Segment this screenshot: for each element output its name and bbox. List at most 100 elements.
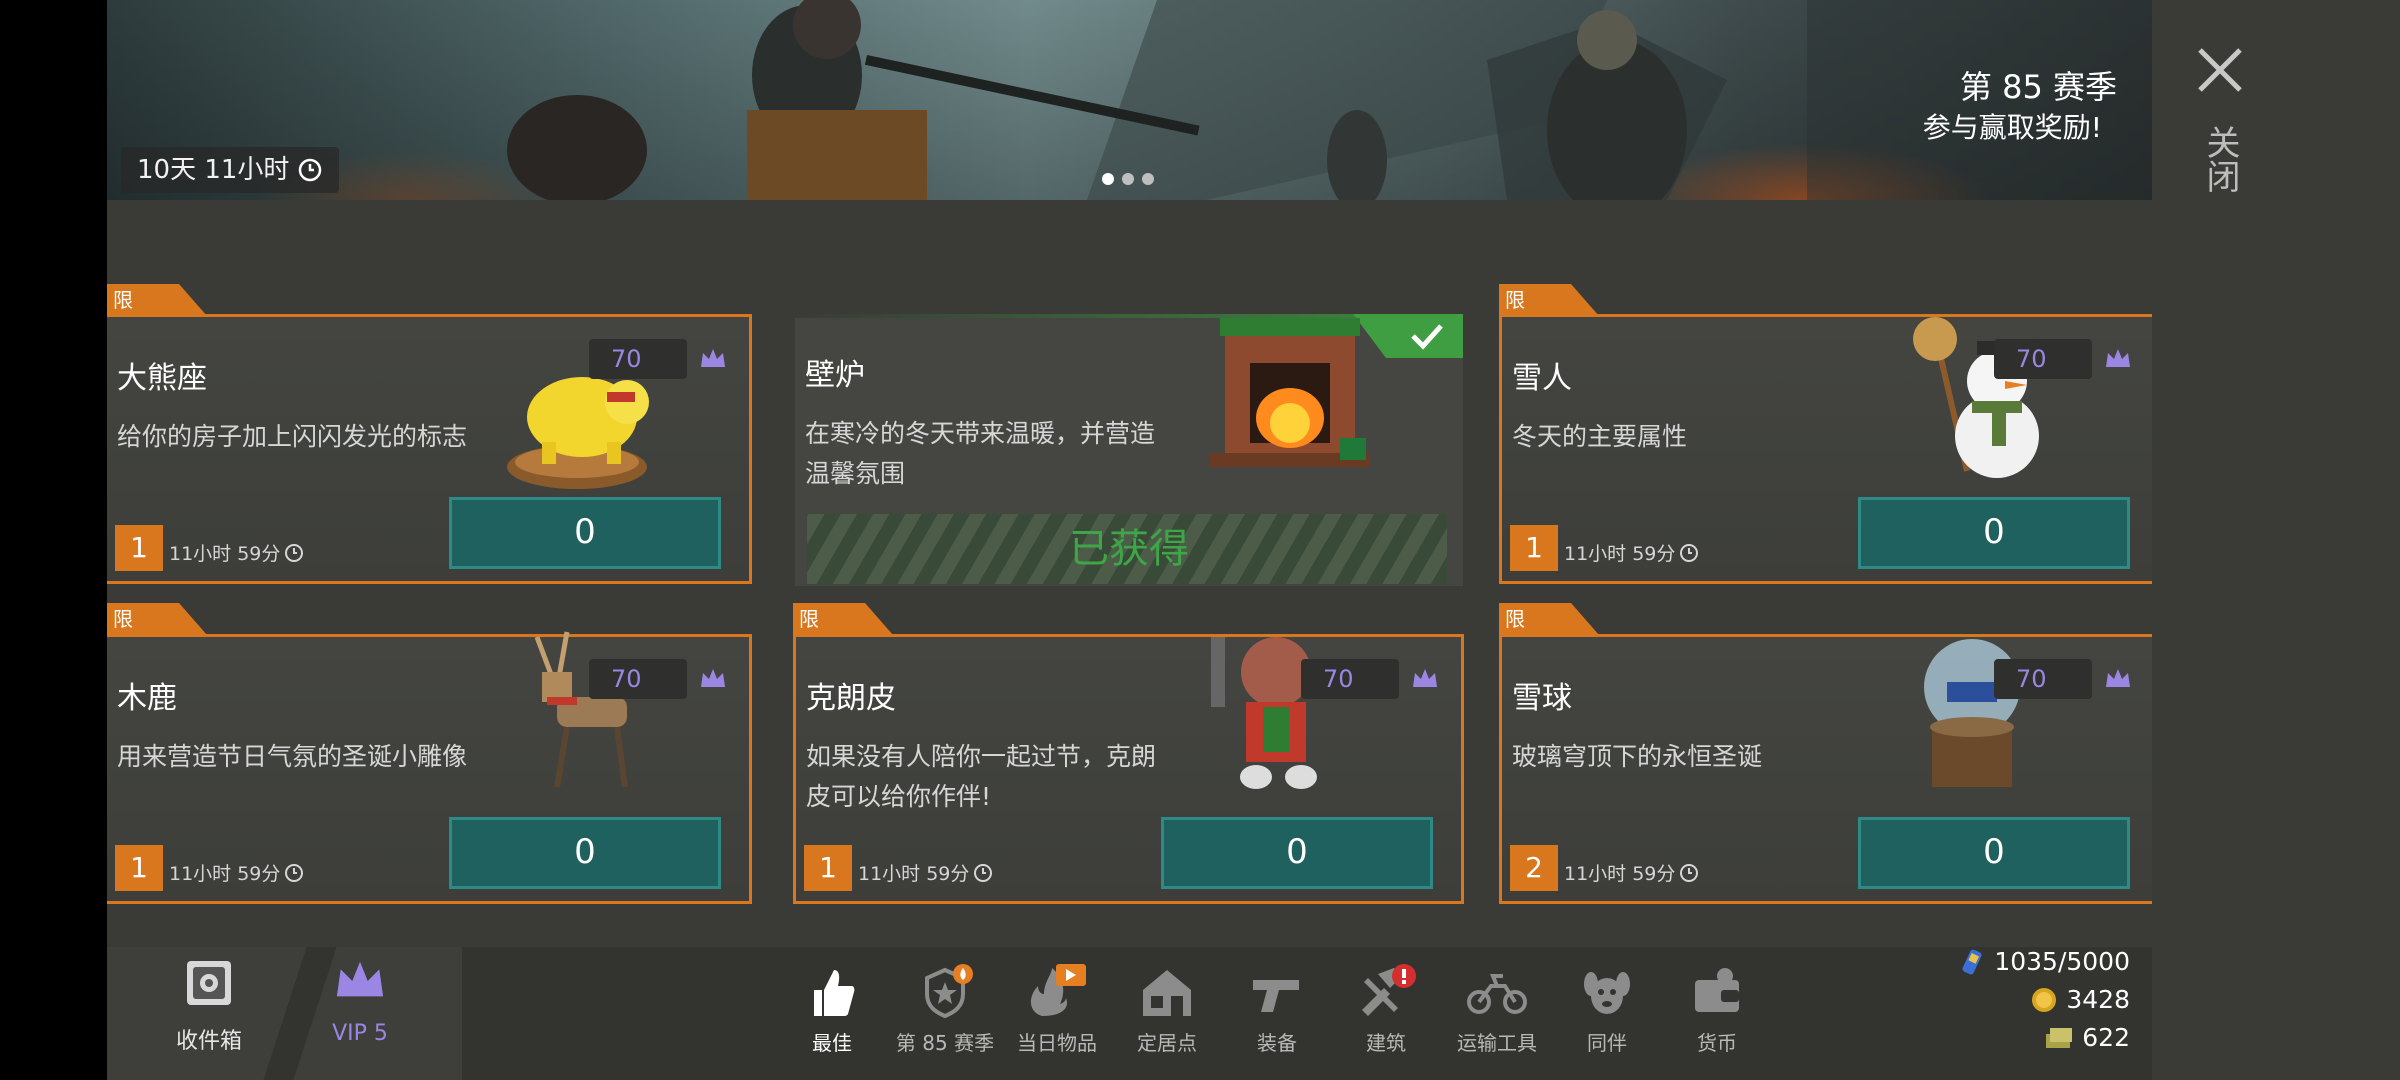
wallet-icon bbox=[1695, 968, 1739, 1012]
season-banner[interactable]: 10天 11小时 第 85 赛季 参与赢取奖励! bbox=[107, 0, 2152, 200]
price-tag: 70 bbox=[1994, 659, 2092, 699]
house-icon bbox=[1143, 970, 1191, 1016]
buy-button[interactable]: 0 bbox=[449, 817, 721, 889]
crown-icon bbox=[2106, 669, 2130, 687]
nav-vehicles[interactable]: 运输工具 bbox=[1442, 957, 1552, 1056]
shop-card-wooden-deer[interactable]: 木鹿 用来营造节日气氛的圣诞小雕像 70 1 11小时 59分 0 bbox=[107, 631, 752, 904]
quantity-badge: 1 bbox=[115, 525, 163, 571]
crown-icon bbox=[336, 961, 384, 997]
inbox-label: 收件箱 bbox=[175, 1029, 242, 1054]
page-dot[interactable] bbox=[1122, 173, 1134, 185]
card-timer: 11小时 59分 bbox=[858, 859, 993, 886]
card-description: 用来营造节日气氛的圣诞小雕像 bbox=[117, 742, 468, 771]
card-title: 克朗皮 bbox=[806, 681, 896, 716]
coins-counter: 3428 bbox=[2030, 985, 2130, 1014]
buy-button[interactable]: 0 bbox=[449, 497, 721, 569]
clock-icon bbox=[285, 543, 304, 562]
nav-settlement[interactable]: 定居点 bbox=[1112, 957, 1222, 1056]
shop-card-ursa-major[interactable]: 大熊座 给你的房子加上闪闪发光的标志 70 1 11小时 59分 0 bbox=[107, 314, 752, 584]
timer-text: 10天 11小时 bbox=[137, 155, 290, 185]
quantity-badge: 2 bbox=[1510, 845, 1558, 891]
side-panel bbox=[2152, 0, 2400, 1080]
clock-icon bbox=[1680, 863, 1699, 882]
card-description: 给你的房子加上闪闪发光的标志 bbox=[117, 422, 468, 451]
safe-icon bbox=[187, 961, 231, 1005]
card-title: 大熊座 bbox=[117, 361, 207, 396]
shop-card-krampus[interactable]: 克朗皮 如果没有人陪你一起过节，克朗皮可以给你作伴! 70 1 11小时 59分… bbox=[793, 634, 1464, 904]
crown-icon bbox=[701, 669, 725, 687]
clock-icon bbox=[974, 863, 993, 882]
banner-artwork bbox=[507, 0, 2152, 200]
card-description: 冬天的主要属性 bbox=[1512, 422, 1688, 451]
nav-buildings[interactable]: 建筑 bbox=[1331, 957, 1441, 1056]
wooden-deer-item-image bbox=[534, 631, 628, 788]
page-dot[interactable] bbox=[1142, 173, 1154, 185]
price-tag: 70 bbox=[589, 339, 687, 379]
thumbs-up-icon bbox=[814, 970, 855, 1016]
season-timer: 10天 11小时 bbox=[121, 147, 340, 193]
buy-button[interactable]: 0 bbox=[1161, 817, 1433, 889]
crown-icon bbox=[2106, 349, 2130, 367]
nav-equipment[interactable]: 装备 bbox=[1222, 957, 1332, 1056]
nav-companions[interactable]: 同伴 bbox=[1552, 957, 1662, 1056]
nav-season[interactable]: 第 85 赛季 bbox=[890, 957, 1000, 1056]
pistol-icon bbox=[1253, 980, 1299, 1012]
energy-counter: 1035/5000 bbox=[1958, 947, 2130, 976]
crown-icon bbox=[1413, 669, 1437, 687]
cash-stack-icon bbox=[2046, 1027, 2073, 1048]
shop-window: 10天 11小时 第 85 赛季 参与赢取奖励! 限量 大熊座 给你的房子加上闪… bbox=[107, 0, 2152, 1080]
clock-icon bbox=[285, 863, 304, 882]
fireplace-item-image bbox=[1210, 318, 1370, 467]
shop-card-snowman[interactable]: 雪人 冬天的主要属性 70 1 11小时 59分 0 bbox=[1499, 314, 2152, 584]
shop-card-fireplace[interactable]: 壁炉 在寒冷的冬天带来温暖，并营造温馨氛围 已获得 bbox=[795, 314, 1463, 586]
motorcycle-icon bbox=[1467, 974, 1527, 1014]
krampus-item-image bbox=[1211, 637, 1317, 789]
energy-drink-icon bbox=[1962, 949, 1982, 974]
season-subtitle: 参与赢取奖励! bbox=[1922, 111, 2102, 144]
cash-counter: 622 bbox=[2044, 1023, 2130, 1052]
nav-best[interactable]: 最佳 bbox=[777, 957, 887, 1056]
close-label[interactable]: 关闭 bbox=[2200, 125, 2240, 193]
season-title: 第 85 赛季 bbox=[1959, 68, 2117, 106]
crown-icon bbox=[701, 349, 725, 367]
card-description: 玻璃穹顶下的永恒圣诞 bbox=[1512, 742, 1763, 771]
close-icon[interactable] bbox=[2190, 40, 2250, 100]
banner-pagination[interactable] bbox=[1102, 173, 1154, 185]
quantity-badge: 1 bbox=[804, 845, 852, 891]
price-tag: 70 bbox=[589, 659, 687, 699]
clock-icon bbox=[1680, 543, 1699, 562]
nav-currency[interactable]: 货币 bbox=[1662, 957, 1772, 1056]
card-title: 雪人 bbox=[1512, 361, 1572, 396]
coin-icon bbox=[2032, 987, 2057, 1012]
card-title: 雪球 bbox=[1512, 681, 1572, 716]
vip-label: VIP 5 bbox=[332, 1021, 388, 1046]
nav-daily-items[interactable]: 当日物品 bbox=[1002, 957, 1112, 1056]
card-description: 如果没有人陪你一起过节，克朗皮可以给你作伴! bbox=[806, 742, 1157, 811]
snow-globe-item-image bbox=[1924, 639, 2020, 787]
card-title: 壁炉 bbox=[805, 358, 865, 393]
card-timer: 11小时 59分 bbox=[1564, 859, 1699, 886]
flame-icon bbox=[1030, 964, 1086, 1016]
buy-button[interactable]: 0 bbox=[1858, 817, 2130, 889]
card-title: 木鹿 bbox=[117, 681, 177, 716]
bottom-nav: 收件箱 VIP 5 最佳 第 85 赛季 当日物品 定居点 装备 建筑 运输工具… bbox=[107, 947, 2152, 1080]
price-tag: 70 bbox=[1301, 659, 1399, 699]
snowman-item-image bbox=[1913, 317, 2039, 478]
shop-card-snow-globe[interactable]: 雪球 玻璃穹顶下的永恒圣诞 70 2 11小时 59分 0 bbox=[1499, 634, 2152, 904]
page-dot[interactable] bbox=[1102, 173, 1114, 185]
vip-button[interactable]: VIP 5 bbox=[300, 957, 420, 1046]
card-timer: 11小时 59分 bbox=[1564, 539, 1699, 566]
quantity-badge: 1 bbox=[115, 845, 163, 891]
card-description: 在寒冷的冬天带来温暖，并营造温馨氛围 bbox=[805, 419, 1156, 488]
clock-icon bbox=[299, 158, 322, 182]
buy-button[interactable]: 0 bbox=[1858, 497, 2130, 569]
season-badge-icon bbox=[925, 964, 973, 1019]
quantity-badge: 1 bbox=[1510, 525, 1558, 571]
card-timer: 11小时 59分 bbox=[169, 539, 304, 566]
card-timer: 11小时 59分 bbox=[169, 859, 304, 886]
owned-label: 已获得 bbox=[1069, 526, 1189, 572]
inbox-button[interactable]: 收件箱 bbox=[149, 957, 269, 1055]
price-tag: 70 bbox=[1994, 339, 2092, 379]
dog-icon bbox=[1584, 972, 1630, 1014]
hammer-icon bbox=[1362, 964, 1416, 1016]
